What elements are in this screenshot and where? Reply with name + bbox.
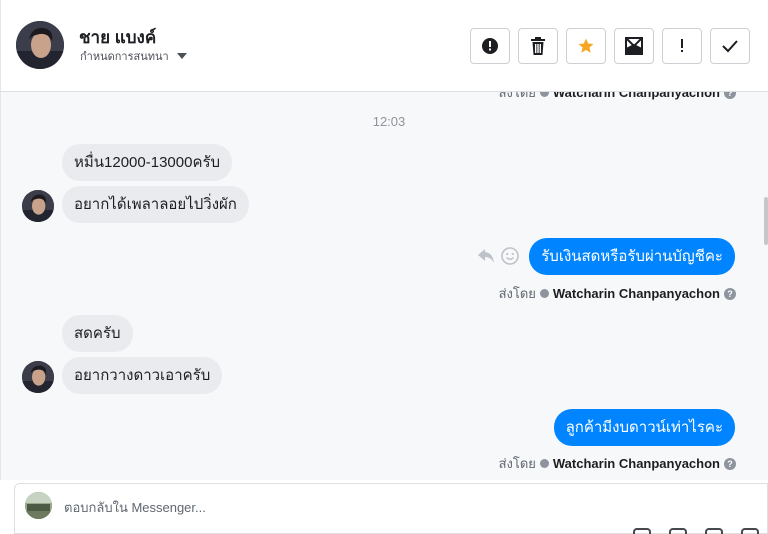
reply-composer — [14, 483, 768, 534]
check-circle-icon — [539, 289, 549, 298]
mark-unread-button[interactable] — [614, 28, 654, 64]
composer-tools — [633, 528, 759, 534]
message-actions — [477, 247, 519, 265]
exclamation-icon — [681, 39, 683, 52]
sent-by-prefix: ส่งโดย — [498, 456, 536, 471]
sent-by-prefix: ส่งโดย — [498, 92, 536, 100]
envelope-icon — [625, 37, 643, 55]
caret-down-icon — [176, 53, 187, 59]
contact-avatar-small — [22, 361, 54, 393]
contact-avatar-small — [22, 190, 54, 222]
alert-button[interactable] — [470, 28, 510, 64]
conversation-schedule-menu[interactable]: กำหนดการสนทนา — [80, 47, 187, 65]
conversation-header: ชาย แบงค์ กำหนดการสนทนา — [0, 0, 768, 92]
delete-button[interactable] — [518, 28, 558, 64]
attach-icon[interactable] — [633, 528, 651, 534]
trash-icon — [531, 37, 545, 55]
sender-name: Watcharin Chanpanyachon — [552, 286, 720, 301]
incoming-message[interactable]: อยากวางดาวเอาครับ — [62, 357, 223, 394]
thread-scrollbar[interactable] — [764, 197, 768, 245]
help-icon[interactable]: ? — [724, 287, 736, 300]
emoji-icon[interactable] — [501, 247, 519, 265]
sent-by-label: ส่งโดย Watcharin Chanpanyachon ? — [499, 283, 736, 304]
message-thread[interactable]: ส่งโดย Watcharin Chanpanyachon ? 12:03 ห… — [0, 92, 768, 480]
sent-by-label: ส่งโดย Watcharin Chanpanyachon ? — [499, 92, 736, 103]
star-button[interactable] — [566, 28, 606, 64]
emoji-icon[interactable] — [705, 528, 723, 534]
page-avatar — [25, 492, 52, 519]
check-icon — [722, 40, 738, 53]
conversation-toolbar — [470, 28, 750, 64]
help-icon[interactable]: ? — [724, 457, 736, 470]
help-icon[interactable]: ? — [724, 92, 736, 99]
message-timestamp: 12:03 — [372, 114, 406, 129]
reply-input[interactable] — [64, 496, 624, 518]
image-icon[interactable] — [669, 528, 687, 534]
contact-avatar[interactable] — [16, 21, 64, 69]
sender-name: Watcharin Chanpanyachon — [552, 456, 720, 471]
alert-circle-icon — [482, 38, 498, 54]
sender-name: Watcharin Chanpanyachon — [552, 92, 720, 100]
incoming-message[interactable]: อยากได้เพลาลอยไปวิ่งผัก — [62, 186, 249, 223]
important-button[interactable] — [662, 28, 702, 64]
conversation-schedule-label: กำหนดการสนทนา — [80, 51, 169, 63]
reply-icon[interactable] — [477, 248, 495, 264]
sent-by-label: ส่งโดย Watcharin Chanpanyachon ? — [499, 453, 736, 474]
outgoing-message[interactable]: รับเงินสดหรือรับผ่านบัญชีคะ — [529, 238, 735, 275]
incoming-message[interactable]: หมื่น12000-13000ครับ — [62, 144, 233, 181]
sent-by-prefix: ส่งโดย — [498, 286, 536, 301]
check-circle-icon — [539, 92, 549, 97]
gif-icon[interactable] — [741, 528, 759, 534]
done-button[interactable] — [710, 28, 750, 64]
outgoing-message[interactable]: ลูกค้ามีงบดาวน์เท่าไรคะ — [553, 409, 735, 446]
star-icon — [578, 38, 594, 53]
check-circle-icon — [539, 459, 549, 468]
incoming-message[interactable]: สดครับ — [62, 315, 133, 352]
